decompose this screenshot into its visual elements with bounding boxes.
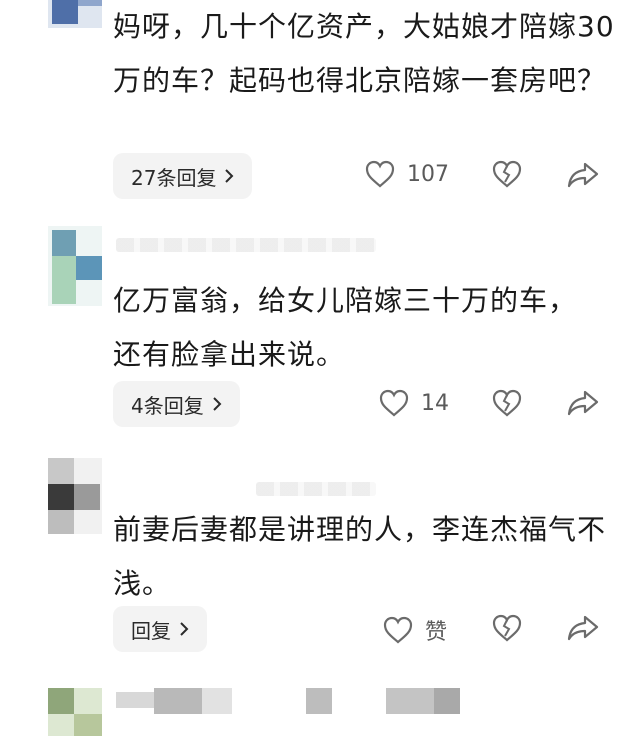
- username-blurred: [202, 688, 232, 714]
- share-icon: [567, 161, 599, 189]
- heart-icon: [365, 160, 395, 188]
- username-blurred: [116, 692, 154, 708]
- avatar[interactable]: [48, 458, 102, 534]
- like-count: 14: [421, 390, 449, 416]
- heart-icon: [379, 389, 409, 417]
- like-button[interactable]: 14: [379, 389, 449, 417]
- like-count: 107: [407, 161, 449, 187]
- meta-blurred: [434, 688, 460, 714]
- view-replies-button[interactable]: 4条回复: [113, 381, 240, 427]
- dislike-button[interactable]: [492, 614, 522, 642]
- view-replies-button[interactable]: 27条回复: [113, 153, 253, 199]
- reply-button[interactable]: 回复: [113, 606, 207, 652]
- avatar[interactable]: [48, 226, 102, 306]
- reply-count-label: 4条回复: [131, 393, 204, 418]
- avatar[interactable]: [48, 0, 102, 28]
- reply-label: 回复: [131, 618, 171, 643]
- reply-count-label: 27条回复: [131, 165, 217, 190]
- dislike-button[interactable]: [492, 160, 522, 188]
- share-icon: [567, 614, 599, 642]
- broken-heart-icon: [492, 614, 522, 642]
- dislike-button[interactable]: [492, 389, 522, 417]
- share-button[interactable]: [567, 161, 599, 189]
- meta-blurred: [386, 688, 434, 714]
- share-icon: [567, 389, 599, 417]
- broken-heart-icon: [492, 160, 522, 188]
- comment-text: 妈呀，几十个亿资产，大姑娘才陪嫁30万的车？起码也得北京陪嫁一套房吧？: [113, 10, 615, 97]
- avatar[interactable]: [48, 688, 102, 736]
- username-blurred: [256, 482, 376, 496]
- comment-text: 前妻后妻都是讲理的人，李连杰福气不浅。: [113, 513, 607, 600]
- like-button[interactable]: 赞: [383, 614, 447, 646]
- chevron-right-icon: [224, 164, 234, 188]
- share-button[interactable]: [567, 614, 599, 642]
- username-blurred: [116, 238, 376, 252]
- share-button[interactable]: [567, 389, 599, 417]
- meta-blurred: [306, 688, 332, 714]
- heart-icon: [383, 616, 413, 644]
- like-button[interactable]: 107: [365, 160, 449, 188]
- username-blurred: [154, 688, 202, 714]
- like-label: 赞: [425, 620, 448, 645]
- chevron-right-icon: [179, 617, 189, 641]
- broken-heart-icon: [492, 389, 522, 417]
- comment-text: 亿万富翁，给女儿陪嫁三十万的车，还有脸拿出来说。: [113, 284, 578, 371]
- chevron-right-icon: [212, 392, 222, 416]
